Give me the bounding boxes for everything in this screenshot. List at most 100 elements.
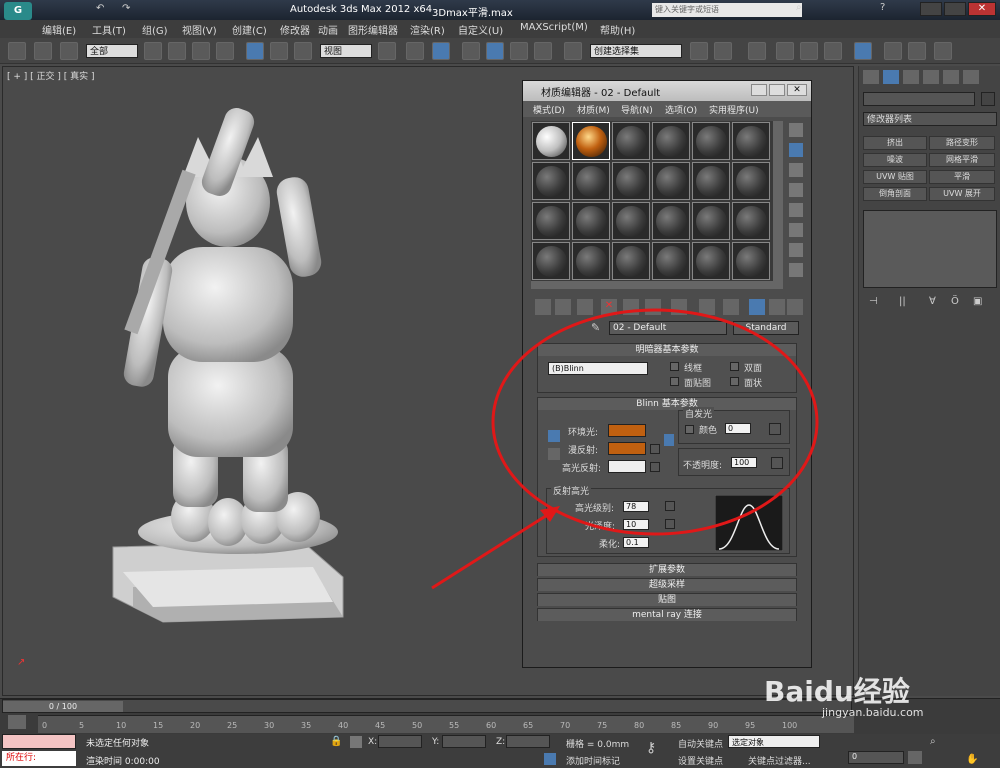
menu-group[interactable]: 组(G)	[142, 22, 168, 37]
undo-icon[interactable]: ↶	[96, 3, 104, 14]
horizontal-scrollbar[interactable]	[531, 281, 783, 289]
select-by-material-icon[interactable]	[789, 263, 803, 277]
y-coordinate-field[interactable]	[442, 735, 486, 748]
link-icon[interactable]	[8, 42, 26, 60]
layer-manager-icon[interactable]	[748, 42, 766, 60]
x-coordinate-field[interactable]	[378, 735, 422, 748]
percent-snap-icon[interactable]	[510, 42, 528, 60]
sample-slot[interactable]	[572, 162, 610, 200]
pan-icon[interactable]: ✋	[966, 754, 978, 765]
rendered-frame-window-icon[interactable]	[908, 42, 926, 60]
remove-modifier-icon[interactable]: Ö	[951, 296, 959, 307]
sample-slot[interactable]	[652, 242, 690, 280]
video-color-check-icon[interactable]	[789, 203, 803, 217]
make-unique-icon[interactable]: ∀	[929, 296, 936, 307]
modifier-smooth-button[interactable]: 平滑	[929, 170, 995, 184]
options-icon[interactable]	[789, 243, 803, 257]
sample-slot[interactable]	[652, 202, 690, 240]
menu-tools[interactable]: 工具(T)	[92, 22, 126, 37]
material-editor-icon[interactable]	[854, 42, 872, 60]
menu-animation[interactable]: 动画	[318, 22, 338, 37]
menu-graph-editors[interactable]: 图形编辑器	[348, 22, 398, 37]
spinner-snap-icon[interactable]	[534, 42, 552, 60]
selection-filter-dropdown[interactable]: 全部	[86, 44, 138, 58]
menu-edit[interactable]: 编辑(E)	[42, 22, 76, 37]
time-config-icon[interactable]	[908, 751, 922, 764]
minimize-button[interactable]	[920, 2, 942, 16]
sample-slot[interactable]	[612, 202, 650, 240]
menu-modes[interactable]: 模式(D)	[533, 103, 565, 116]
sample-uv-tiling-icon[interactable]	[789, 183, 803, 197]
menu-create[interactable]: 创建(C)	[232, 22, 267, 37]
background-icon[interactable]	[789, 163, 803, 177]
selection-lock-icon[interactable]: 🔒	[330, 736, 342, 747]
sample-slot[interactable]	[732, 202, 770, 240]
hierarchy-tab-icon[interactable]	[903, 70, 919, 84]
motion-tab-icon[interactable]	[923, 70, 939, 84]
sample-slot[interactable]	[572, 202, 610, 240]
sample-slot[interactable]	[572, 242, 610, 280]
make-preview-icon[interactable]	[789, 223, 803, 237]
sample-slots-scrollbar[interactable]	[773, 121, 783, 281]
add-time-tag-icon[interactable]	[544, 753, 556, 765]
menu-material[interactable]: 材质(M)	[577, 103, 610, 116]
edit-named-selection-icon[interactable]	[564, 42, 582, 60]
align-icon[interactable]	[714, 42, 732, 60]
mini-curve-editor-icon[interactable]	[8, 715, 26, 729]
render-production-icon[interactable]	[934, 42, 952, 60]
search-input[interactable]: 键入关键字或短语	[652, 3, 802, 17]
scale-icon[interactable]	[294, 42, 312, 60]
sample-slot[interactable]	[652, 162, 690, 200]
angle-snap-icon[interactable]	[486, 42, 504, 60]
graphite-toolbar-icon[interactable]	[776, 42, 794, 60]
modifier-path-deform-button[interactable]: 路径变形	[929, 136, 995, 150]
redo-icon[interactable]: ↷	[122, 3, 130, 14]
bind-space-warp-icon[interactable]	[60, 42, 78, 60]
sample-slot[interactable]	[732, 122, 770, 160]
modifier-stack-list[interactable]	[863, 210, 997, 288]
sample-slot-active[interactable]	[572, 122, 610, 160]
modifier-bevel-profile-button[interactable]: 倒角剖面	[863, 187, 927, 201]
pin-stack-icon[interactable]: ⊣	[869, 296, 878, 307]
modifier-extrude-button[interactable]: 挤出	[863, 136, 927, 150]
menu-views[interactable]: 视图(V)	[182, 22, 217, 37]
pivot-center-icon[interactable]	[378, 42, 396, 60]
rectangular-selection-icon[interactable]	[192, 42, 210, 60]
schematic-view-icon[interactable]	[824, 42, 842, 60]
create-tab-icon[interactable]	[863, 70, 879, 84]
sample-slot[interactable]	[692, 162, 730, 200]
rotate-icon[interactable]	[270, 42, 288, 60]
sample-slot[interactable]	[692, 242, 730, 280]
sample-slot[interactable]	[532, 162, 570, 200]
move-icon[interactable]	[246, 42, 264, 60]
add-time-tag-label[interactable]: 添加时间标记	[566, 754, 620, 767]
mental-ray-connection-rollout[interactable]: mental ray 连接	[537, 608, 797, 621]
sample-slot[interactable]	[732, 162, 770, 200]
set-key-icon[interactable]: ⚷	[646, 740, 656, 756]
show-end-result-icon[interactable]: ||	[899, 296, 906, 307]
menu-customize[interactable]: 自定义(U)	[458, 22, 503, 37]
menu-help[interactable]: 帮助(H)	[600, 22, 635, 37]
keyboard-shortcut-icon[interactable]	[432, 42, 450, 60]
modifier-uvw-map-button[interactable]: UVW 贴图	[863, 170, 927, 184]
utilities-tab-icon[interactable]	[963, 70, 979, 84]
absolute-mode-icon[interactable]	[350, 736, 362, 748]
zoom-icon[interactable]: ⌕	[930, 736, 936, 747]
help-icon[interactable]: ?	[880, 2, 885, 13]
selected-dropdown[interactable]: 选定对象	[728, 735, 820, 748]
menu-modifiers[interactable]: 修改器	[280, 22, 310, 37]
close-button[interactable]: ✕	[968, 2, 996, 16]
select-object-icon[interactable]	[144, 42, 162, 60]
search-icon[interactable]: ⌕	[796, 2, 802, 13]
maxscript-line-label[interactable]: 所在行:	[2, 751, 76, 766]
minimize-button[interactable]	[751, 84, 767, 96]
sample-slot[interactable]	[732, 242, 770, 280]
sample-slot[interactable]	[532, 242, 570, 280]
backlight-icon[interactable]	[789, 143, 803, 157]
maximize-button[interactable]	[944, 2, 966, 16]
viewport-label[interactable]: [ + ] [ 正交 ] [ 真实 ]	[7, 69, 95, 82]
display-tab-icon[interactable]	[943, 70, 959, 84]
curve-editor-icon[interactable]	[800, 42, 818, 60]
close-button[interactable]: ✕	[787, 84, 807, 96]
auto-key-button[interactable]: 自动关键点	[678, 737, 723, 750]
